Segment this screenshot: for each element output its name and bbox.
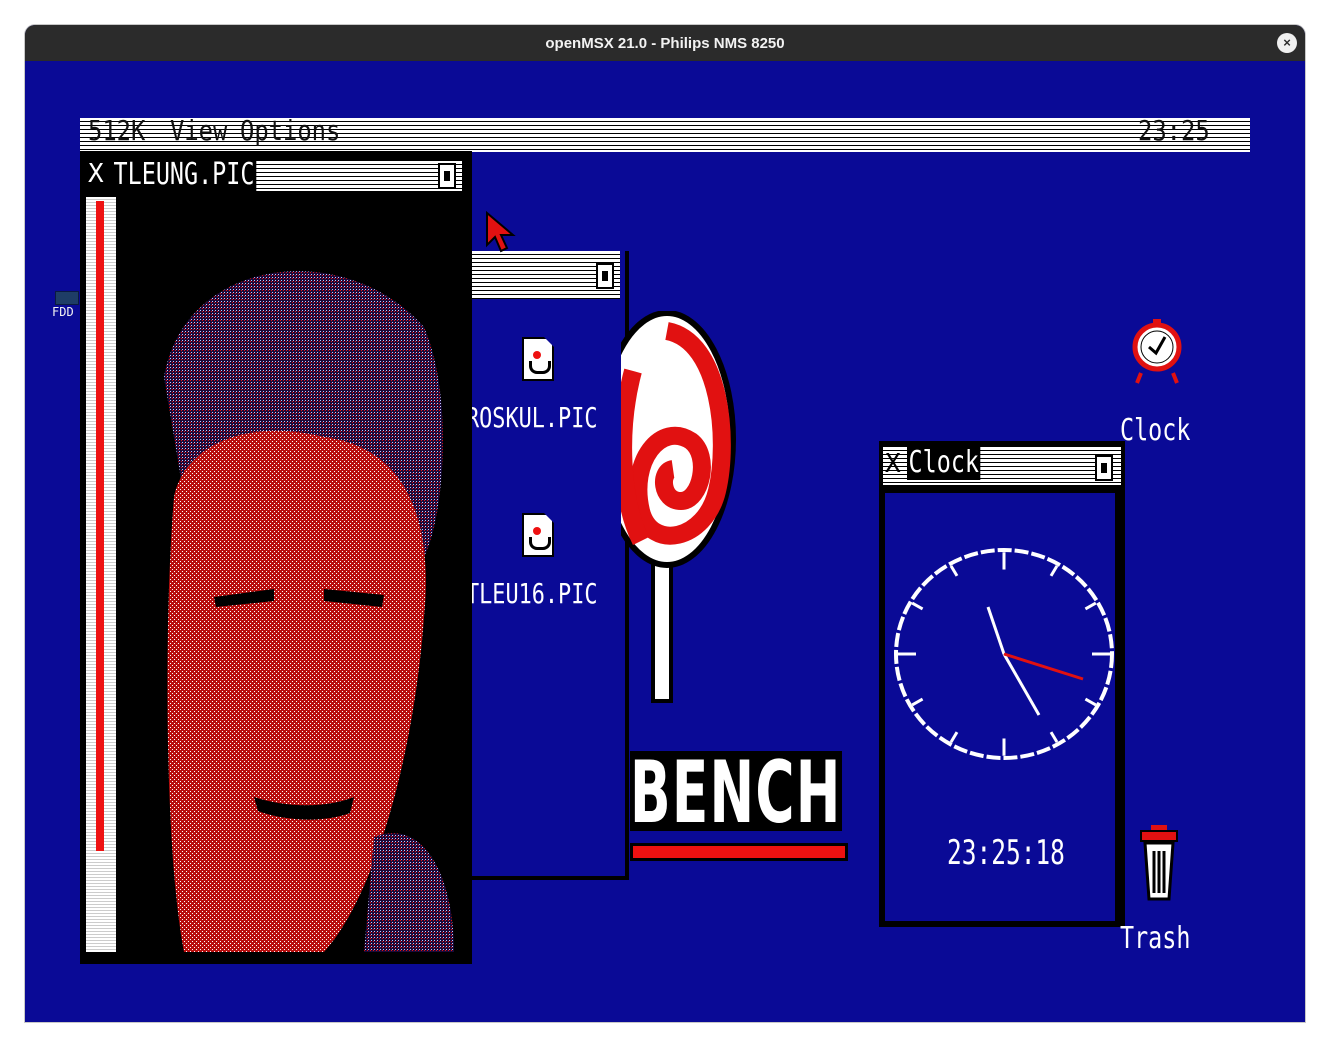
- clock-window-resize-box[interactable]: [1095, 455, 1113, 481]
- window-title: openMSX 21.0 - Philips NMS 8250: [545, 34, 785, 52]
- trash-can-icon[interactable]: [1137, 823, 1181, 905]
- picture-window-resize-box[interactable]: [438, 163, 456, 189]
- memory-indicator: 512K: [88, 114, 146, 147]
- clock-tick-mark: [1084, 601, 1097, 611]
- alarm-clock-icon[interactable]: [1131, 303, 1183, 389]
- clock-window-titlebar[interactable]: X Clock: [883, 445, 1121, 485]
- window-close-button[interactable]: ×: [1277, 33, 1297, 53]
- file-window[interactable]: ROSKUL.PIC TLEU16.PIC: [466, 251, 629, 880]
- clock-tick-mark: [1049, 565, 1059, 577]
- file-label-tleu16[interactable]: TLEU16.PIC: [466, 577, 597, 610]
- clock-window[interactable]: X Clock 23:25:18: [879, 441, 1125, 927]
- portrait-image: [124, 197, 464, 952]
- workbench-logo-underline: [630, 843, 848, 861]
- msx-screen: 512K View Options 23:25 FDD ROSKUL.PIC T…: [25, 61, 1305, 1022]
- clock-hour-hand: [986, 606, 1006, 655]
- file-picture-icon[interactable]: [522, 513, 554, 557]
- picture-window-scrollbar[interactable]: [86, 197, 116, 952]
- scrollbar-thumb[interactable]: [96, 201, 104, 851]
- file-label-roskul[interactable]: ROSKUL.PIC: [466, 401, 597, 434]
- menu-options[interactable]: Options: [240, 114, 340, 147]
- window-titlebar[interactable]: openMSX 21.0 - Philips NMS 8250 ×: [25, 25, 1305, 61]
- pointer-arrow-icon: [486, 211, 516, 253]
- analog-clock-face: [894, 548, 1114, 760]
- clock-icon-label[interactable]: Clock: [1120, 413, 1190, 448]
- picture-content: [124, 197, 464, 952]
- menu-view[interactable]: View: [170, 114, 227, 147]
- clock-digital-time: 23:25:18: [947, 833, 1065, 873]
- menu-bar: 512K View Options 23:25: [80, 114, 1250, 152]
- picture-window-title: TLEUNG.PIC: [112, 157, 257, 192]
- fdd-label: FDD: [52, 305, 74, 319]
- fdd-led-icon: [55, 291, 79, 305]
- file-picture-icon[interactable]: [522, 337, 554, 381]
- emulator-window: openMSX 21.0 - Philips NMS 8250 × 512K V…: [25, 25, 1305, 1022]
- clock-tick-mark: [949, 565, 959, 577]
- workbench-logo: BENCH: [630, 743, 842, 843]
- clock-window-close-button[interactable]: X: [885, 449, 901, 479]
- clock-tick-mark: [911, 697, 924, 707]
- trash-label[interactable]: Trash: [1120, 921, 1190, 956]
- picture-window-titlebar[interactable]: X TLEUNG.PIC: [86, 157, 464, 193]
- clock-tick-mark: [949, 731, 959, 743]
- workbench-logo-text: BENCH: [630, 743, 842, 843]
- menu-clock-time: 23:25: [1138, 114, 1210, 147]
- clock-tick-mark: [1084, 697, 1097, 707]
- clock-window-content: 23:25:18: [885, 493, 1115, 921]
- picture-window[interactable]: X TLEUNG.PIC: [80, 151, 472, 964]
- clock-tick-mark: [1049, 731, 1059, 743]
- file-window-resize-box[interactable]: [596, 263, 614, 289]
- clock-tick-mark: [911, 601, 924, 611]
- clock-window-title: Clock: [907, 445, 981, 480]
- lollipop-icon: [621, 311, 736, 703]
- picture-window-close-button[interactable]: X: [88, 159, 104, 189]
